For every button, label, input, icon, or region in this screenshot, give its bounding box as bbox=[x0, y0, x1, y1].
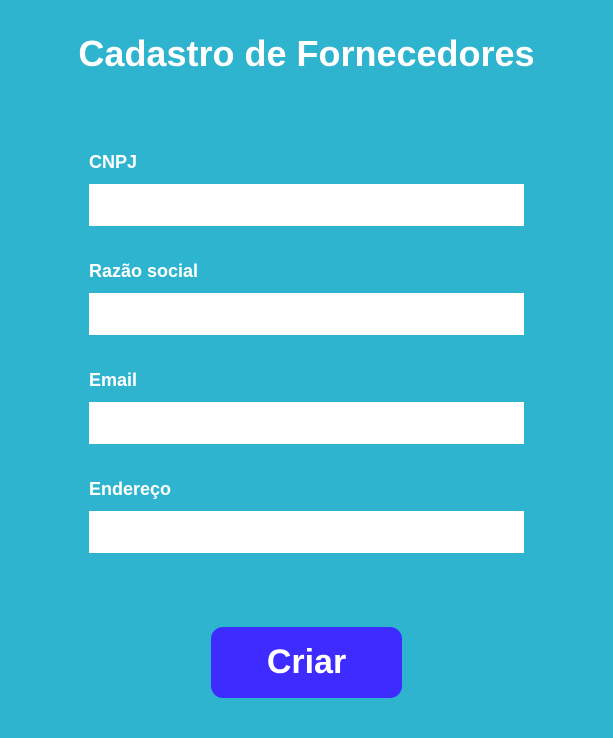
cnpj-label: CNPJ bbox=[89, 152, 138, 172]
cnpj-input[interactable] bbox=[89, 184, 524, 226]
razao-social-label: Razão social bbox=[89, 261, 199, 281]
endereco-input[interactable] bbox=[89, 511, 524, 553]
endereco-field-group: Endereço bbox=[89, 479, 524, 553]
email-input[interactable] bbox=[89, 402, 524, 444]
razao-social-input[interactable] bbox=[89, 293, 524, 335]
endereco-label: Endereço bbox=[89, 479, 172, 499]
email-label: Email bbox=[89, 370, 138, 390]
create-button[interactable]: Criar bbox=[211, 627, 402, 698]
cnpj-field-group: CNPJ bbox=[89, 152, 524, 226]
email-field-group: Email bbox=[89, 370, 524, 444]
razao-social-field-group: Razão social bbox=[89, 261, 524, 335]
page-title: Cadastro de Fornecedores bbox=[78, 33, 535, 74]
